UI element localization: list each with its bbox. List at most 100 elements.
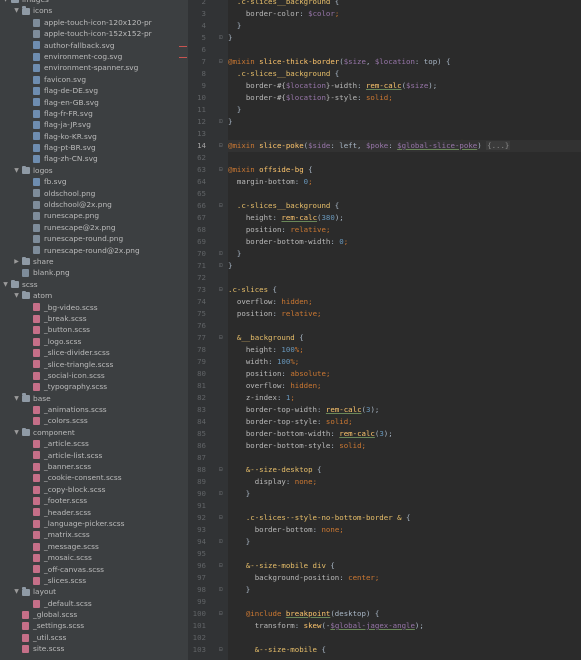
chevron-down-icon[interactable]: ▼ xyxy=(13,5,20,16)
tree-file[interactable]: _util.scss xyxy=(0,632,188,643)
tree-file[interactable]: _typography.scss xyxy=(0,381,188,392)
fold-icon[interactable]: ⊟ xyxy=(219,284,225,296)
tree-folder[interactable]: ▼ icons xyxy=(0,5,188,16)
fold-end-icon[interactable]: ⊡ xyxy=(219,584,225,596)
tree-file[interactable]: blank.png xyxy=(0,267,188,278)
tree-file[interactable]: flag-zh-CN.svg xyxy=(0,153,188,164)
code-line[interactable]: } xyxy=(228,248,241,260)
chevron-down-icon[interactable]: ▼ xyxy=(13,290,20,301)
fold-icon[interactable]: ⊟ xyxy=(219,608,225,620)
tree-file[interactable]: _cookie-consent.scss xyxy=(0,472,188,483)
code-line[interactable]: position: absolute; xyxy=(228,368,331,380)
chevron-down-icon[interactable]: ▼ xyxy=(13,586,20,597)
tree-file[interactable]: _header.scss xyxy=(0,507,188,518)
code-line[interactable]: } xyxy=(228,104,241,116)
tree-file[interactable]: apple-touch-icon-120x120-pr xyxy=(0,17,188,28)
tree-file[interactable]: author-fallback.svg xyxy=(0,40,188,51)
chevron-down-icon[interactable]: ▼ xyxy=(13,165,20,176)
code-line[interactable]: width: 100%; xyxy=(228,356,299,368)
code-line[interactable]: border-bottom-width: rem-calc(3); xyxy=(228,428,393,440)
code-line[interactable]: .c-slices__background { xyxy=(228,200,339,212)
tree-file[interactable]: flag-ja-JP.svg xyxy=(0,119,188,130)
code-line[interactable]: overflow: hidden; xyxy=(228,296,313,308)
code-line[interactable]: } xyxy=(228,584,250,596)
code-line[interactable]: overflow: hidden; xyxy=(228,380,322,392)
code-line[interactable]: } xyxy=(228,20,241,32)
tree-file[interactable]: _matrix.scss xyxy=(0,529,188,540)
tree-file[interactable]: _global.scss xyxy=(0,609,188,620)
code-line[interactable]: margin-bottom: 0; xyxy=(228,176,313,188)
code-line[interactable]: &--size-desktop { xyxy=(228,464,322,476)
code-line[interactable]: } xyxy=(228,116,232,128)
fold-end-icon[interactable]: ⊡ xyxy=(219,260,225,272)
chevron-down-icon[interactable]: ▼ xyxy=(2,279,9,290)
fold-icon[interactable]: ⊟ xyxy=(219,332,225,344)
code-line[interactable]: @mixin offside-bg { xyxy=(228,164,313,176)
code-line[interactable]: border-#{$location}-style: solid; xyxy=(228,92,393,104)
tree-file[interactable]: _off-canvas.scss xyxy=(0,564,188,575)
tree-folder[interactable]: ▼ base xyxy=(0,393,188,404)
tree-file[interactable]: _mosaic.scss xyxy=(0,552,188,563)
fold-end-icon[interactable]: ⊡ xyxy=(219,116,225,128)
fold-icon[interactable]: ⊟ xyxy=(219,164,225,176)
tree-file[interactable]: flag-de-DE.svg xyxy=(0,85,188,96)
code-line[interactable]: } xyxy=(228,260,232,272)
tree-file[interactable]: _button.scss xyxy=(0,324,188,335)
tree-file[interactable]: _footer.scss xyxy=(0,495,188,506)
code-line[interactable]: height: 100%; xyxy=(228,344,304,356)
tree-folder[interactable]: ▼ atom xyxy=(0,290,188,301)
tree-file[interactable]: favicon.svg xyxy=(0,74,188,85)
code-line[interactable]: transform: skew(-$global-jagex-angle); xyxy=(228,620,424,632)
tree-file[interactable]: _slice-triangle.scss xyxy=(0,359,188,370)
chevron-down-icon[interactable]: ▼ xyxy=(13,427,20,438)
tree-file[interactable]: flag-ko-KR.svg xyxy=(0,131,188,142)
tree-file[interactable]: environment-cog.svg xyxy=(0,51,188,62)
tree-file[interactable]: _banner.scss xyxy=(0,461,188,472)
tree-file[interactable]: _settings.scss xyxy=(0,620,188,631)
code-line[interactable]: position: relative; xyxy=(228,308,322,320)
code-line[interactable]: .c-slices__background { xyxy=(228,68,339,80)
tree-file[interactable]: _article.scss xyxy=(0,438,188,449)
tree-file[interactable]: flag-pt-BR.svg xyxy=(0,142,188,153)
chevron-down-icon[interactable]: ▼ xyxy=(13,393,20,404)
tree-file[interactable]: _copy-block.scss xyxy=(0,484,188,495)
code-line[interactable]: border-bottom: none; xyxy=(228,524,344,536)
tree-file[interactable]: _animations.scss xyxy=(0,404,188,415)
tree-file[interactable]: _slice-divider.scss xyxy=(0,347,188,358)
fold-icon[interactable]: ⊟ xyxy=(219,560,225,572)
fold-icon[interactable]: ⊟ xyxy=(219,512,225,524)
tree-file[interactable]: _colors.scss xyxy=(0,415,188,426)
fold-icon[interactable]: ⊟ xyxy=(219,644,225,656)
tree-file[interactable]: runescape.png xyxy=(0,210,188,221)
tree-file[interactable]: oldschool.png xyxy=(0,188,188,199)
code-line[interactable]: @mixin slice-poke($side: left, $poke: $g… xyxy=(228,140,581,152)
tree-file[interactable]: flag-fr-FR.svg xyxy=(0,108,188,119)
fold-icon[interactable]: ⊟ xyxy=(219,464,225,476)
fold-icon[interactable]: ⊟ xyxy=(219,56,225,68)
tree-file[interactable]: site.scss xyxy=(0,643,188,654)
code-line[interactable]: } xyxy=(228,32,232,44)
code-line[interactable]: } xyxy=(228,488,250,500)
code-line[interactable]: @mixin slice-thick-border($size, $locati… xyxy=(228,56,451,68)
tree-file[interactable]: runescape-round@2x.png xyxy=(0,245,188,256)
tree-file[interactable]: runescape-round.png xyxy=(0,233,188,244)
fold-end-icon[interactable]: ⊡ xyxy=(219,536,225,548)
code-line[interactable]: &--size-mobile { xyxy=(228,644,326,656)
tree-folder[interactable]: ▼ layout xyxy=(0,586,188,597)
code-editor[interactable]: 💡 .c-slices__background { border-color: … xyxy=(228,0,581,660)
tree-file[interactable]: _default.scss xyxy=(0,598,188,609)
tree-file[interactable]: _message.scss xyxy=(0,541,188,552)
code-line[interactable]: border-bottom-width: 0; xyxy=(228,236,348,248)
code-line[interactable]: .c-slices--style-no-bottom-border & { xyxy=(228,512,411,524)
code-line[interactable]: border-#{$location}-width: rem-calc($siz… xyxy=(228,80,437,92)
fold-icon[interactable]: ⊟ xyxy=(219,200,225,212)
tree-file[interactable]: _bg-video.scss xyxy=(0,302,188,313)
folded-region[interactable]: {...} xyxy=(486,141,511,150)
tree-file[interactable]: _break.scss xyxy=(0,313,188,324)
tree-file[interactable]: apple-touch-icon-152x152-pr xyxy=(0,28,188,39)
tree-file[interactable]: oldschool@2x.png xyxy=(0,199,188,210)
code-line[interactable]: height: rem-calc(380); xyxy=(228,212,344,224)
code-line[interactable]: border-top-width: rem-calc(3); xyxy=(228,404,380,416)
code-line[interactable]: .c-slices { xyxy=(228,284,277,296)
tree-folder[interactable]: ▼ scss xyxy=(0,279,188,290)
